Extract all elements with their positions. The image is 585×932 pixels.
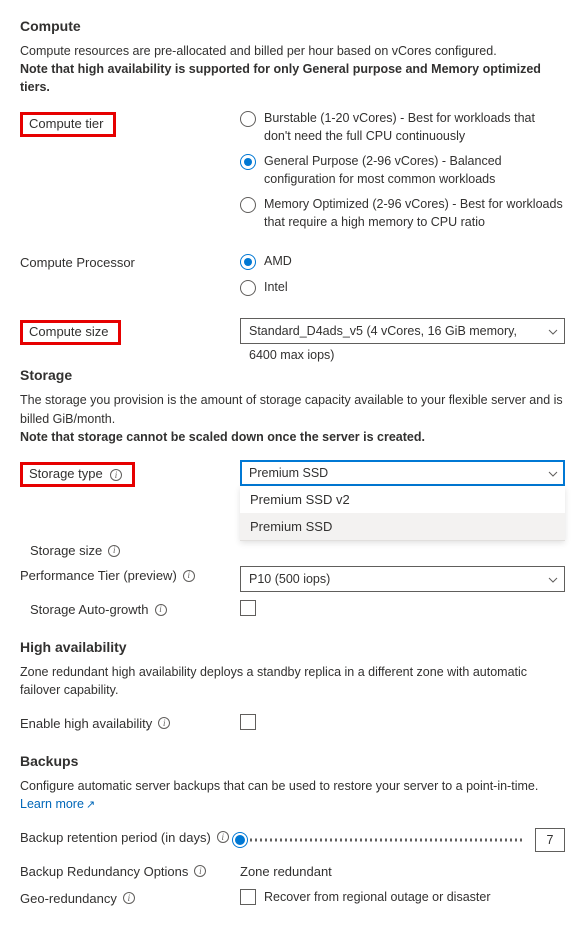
compute-processor-group: AMD Intel	[240, 253, 565, 296]
info-icon[interactable]: i	[155, 604, 167, 616]
radio-icon	[240, 111, 256, 127]
redundancy-value: Zone redundant	[240, 864, 332, 879]
ha-description: Zone redundant high availability deploys…	[20, 663, 565, 699]
compute-processor-label: Compute Processor	[20, 253, 240, 270]
tier-burstable[interactable]: Burstable (1-20 vCores) - Best for workl…	[240, 110, 565, 145]
tier-general-purpose[interactable]: General Purpose (2-96 vCores) - Balanced…	[240, 153, 565, 188]
backups-desc-text: Configure automatic server backups that …	[20, 779, 538, 793]
tier-memory-optimized-label: Memory Optimized (2-96 vCores) - Best fo…	[264, 196, 565, 231]
radio-icon	[240, 280, 256, 296]
info-icon[interactable]: i	[183, 570, 195, 582]
processor-amd-label: AMD	[264, 253, 292, 271]
redundancy-label: Backup Redundancy Options	[20, 864, 188, 879]
chevron-down-icon	[548, 461, 558, 485]
info-icon[interactable]: i	[217, 831, 229, 843]
info-icon[interactable]: i	[108, 545, 120, 557]
storage-size-label: Storage size	[30, 543, 102, 558]
geo-redundancy-checkbox[interactable]	[240, 889, 256, 905]
storage-type-option-ssd-v2[interactable]: Premium SSD v2	[240, 486, 565, 513]
radio-icon	[240, 197, 256, 213]
backups-description: Configure automatic server backups that …	[20, 777, 565, 814]
storage-type-option-ssd[interactable]: Premium SSD	[240, 513, 565, 540]
compute-description: Compute resources are pre-allocated and …	[20, 42, 565, 96]
learn-more-text: Learn more	[20, 797, 84, 811]
info-icon[interactable]: i	[123, 892, 135, 904]
performance-tier-dropdown[interactable]: P10 (500 iops)	[240, 566, 565, 592]
storage-desc-line1: The storage you provision is the amount …	[20, 393, 563, 425]
geo-redundancy-label: Geo-redundancy	[20, 891, 117, 906]
storage-autogrowth-checkbox[interactable]	[240, 600, 256, 616]
processor-intel-label: Intel	[264, 279, 288, 297]
storage-description: The storage you provision is the amount …	[20, 391, 565, 445]
chevron-down-icon	[548, 567, 558, 591]
compute-desc-line1: Compute resources are pre-allocated and …	[20, 44, 497, 58]
compute-tier-label: Compute tier	[20, 112, 116, 137]
tier-memory-optimized[interactable]: Memory Optimized (2-96 vCores) - Best fo…	[240, 196, 565, 231]
geo-redundancy-checkbox-label: Recover from regional outage or disaster	[264, 890, 491, 904]
backups-heading: Backups	[20, 753, 565, 769]
storage-type-dropdown[interactable]: Premium SSD	[240, 460, 565, 486]
radio-checked-icon	[240, 154, 256, 170]
compute-tier-group: Burstable (1-20 vCores) - Best for workl…	[240, 110, 565, 231]
enable-ha-label: Enable high availability	[20, 716, 152, 731]
compute-heading: Compute	[20, 18, 565, 34]
slider-track-line	[240, 838, 525, 841]
storage-type-options: Premium SSD v2 Premium SSD	[240, 486, 565, 541]
external-link-icon: ↗	[86, 799, 95, 811]
performance-tier-label: Performance Tier (preview)	[20, 568, 177, 583]
storage-heading: Storage	[20, 367, 565, 383]
processor-amd[interactable]: AMD	[240, 253, 565, 271]
retention-slider[interactable]	[240, 829, 525, 851]
storage-type-value: Premium SSD	[249, 466, 328, 480]
storage-type-label-box: Storage type i	[20, 462, 135, 488]
info-icon[interactable]: i	[158, 717, 170, 729]
info-icon[interactable]: i	[110, 469, 122, 481]
info-icon[interactable]: i	[194, 865, 206, 877]
learn-more-link[interactable]: Learn more↗	[20, 797, 95, 811]
tier-burstable-label: Burstable (1-20 vCores) - Best for workl…	[264, 110, 565, 145]
slider-thumb[interactable]	[233, 833, 247, 847]
compute-desc-line2: Note that high availability is supported…	[20, 62, 541, 94]
chevron-down-icon	[548, 319, 558, 343]
compute-size-dropdown[interactable]: Standard_D4ads_v5 (4 vCores, 16 GiB memo…	[240, 318, 565, 344]
ha-heading: High availability	[20, 639, 565, 655]
storage-autogrowth-label: Storage Auto-growth	[30, 602, 149, 617]
processor-intel[interactable]: Intel	[240, 279, 565, 297]
retention-label: Backup retention period (in days)	[20, 830, 211, 845]
enable-ha-checkbox[interactable]	[240, 714, 256, 730]
tier-general-purpose-label: General Purpose (2-96 vCores) - Balanced…	[264, 153, 565, 188]
radio-checked-icon	[240, 254, 256, 270]
storage-type-label: Storage type	[29, 466, 103, 481]
compute-size-label: Compute size	[20, 320, 121, 345]
performance-tier-value: P10 (500 iops)	[249, 572, 330, 586]
storage-desc-line2: Note that storage cannot be scaled down …	[20, 430, 425, 444]
retention-value-input[interactable]: 7	[535, 828, 565, 852]
